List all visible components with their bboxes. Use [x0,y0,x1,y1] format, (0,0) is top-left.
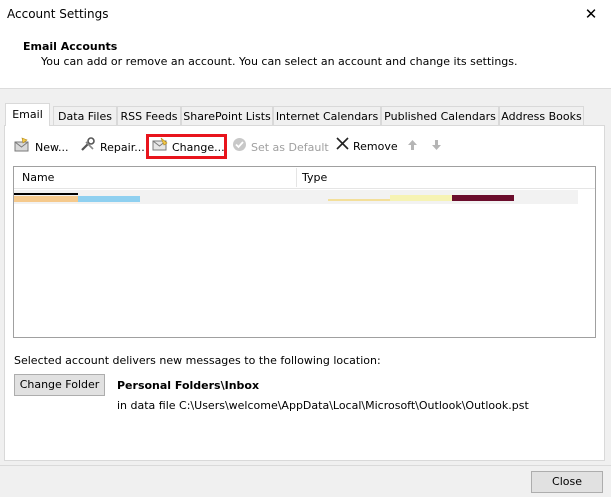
delivery-folder: Personal Folders\Inbox [117,379,260,392]
header-subtitle: You can add or remove an account. You ca… [41,55,518,68]
delivery-label: Selected account delivers new messages t… [14,354,381,367]
footer-divider [0,465,611,466]
redacted-type [390,195,452,201]
tab-sharepoint-lists[interactable]: SharePoint Lists [181,106,273,125]
data-file-path: in data file C:\Users\welcome\AppData\Lo… [117,399,529,412]
change-account-icon [152,137,168,159]
header-band: Email Accounts You can add or remove an … [0,30,611,89]
tab-published-calendars[interactable]: Published Calendars [381,106,499,125]
wrench-icon [80,137,96,159]
redacted-name [14,196,78,202]
title-bar: Account Settings ✕ [0,0,611,30]
remove-button-label: Remove [353,140,398,153]
account-row[interactable] [14,190,578,204]
check-circle-icon [232,137,247,159]
tab-internet-calendars[interactable]: Internet Calendars [273,106,381,125]
close-button[interactable]: Close [531,471,603,493]
new-button[interactable]: New... [14,137,68,157]
set-as-default-button[interactable]: Set as Default [232,137,329,157]
column-header-name[interactable]: Name [22,171,54,184]
list-header: Name Type [14,167,595,189]
remove-button[interactable]: Remove [336,137,398,157]
column-divider [296,168,297,187]
repair-button[interactable]: Repair... [80,137,145,157]
tab-rss-feeds[interactable]: RSS Feeds [117,106,181,125]
new-account-icon [14,137,31,159]
repair-button-label: Repair... [100,141,145,154]
change-folder-button[interactable]: Change Folder [14,374,105,396]
close-icon[interactable]: ✕ [580,4,602,24]
move-down-icon[interactable] [431,138,442,158]
move-up-icon[interactable] [407,138,418,158]
tab-address-books[interactable]: Address Books [499,106,584,125]
tab-email[interactable]: Email [5,103,50,126]
change-button[interactable]: Change... [152,137,225,157]
redacted-name [78,196,140,202]
window-title: Account Settings [7,7,109,21]
header-title: Email Accounts [23,40,118,53]
remove-x-icon [336,137,349,157]
account-list[interactable]: Name Type [13,166,596,338]
column-header-type[interactable]: Type [302,171,327,184]
redacted-type [452,195,514,201]
redacted-bar [14,193,78,195]
set-as-default-label: Set as Default [251,141,329,154]
redacted-type [328,199,390,201]
tab-data-files[interactable]: Data Files [53,106,117,125]
new-button-label: New... [35,141,69,154]
change-button-label: Change... [172,141,225,154]
